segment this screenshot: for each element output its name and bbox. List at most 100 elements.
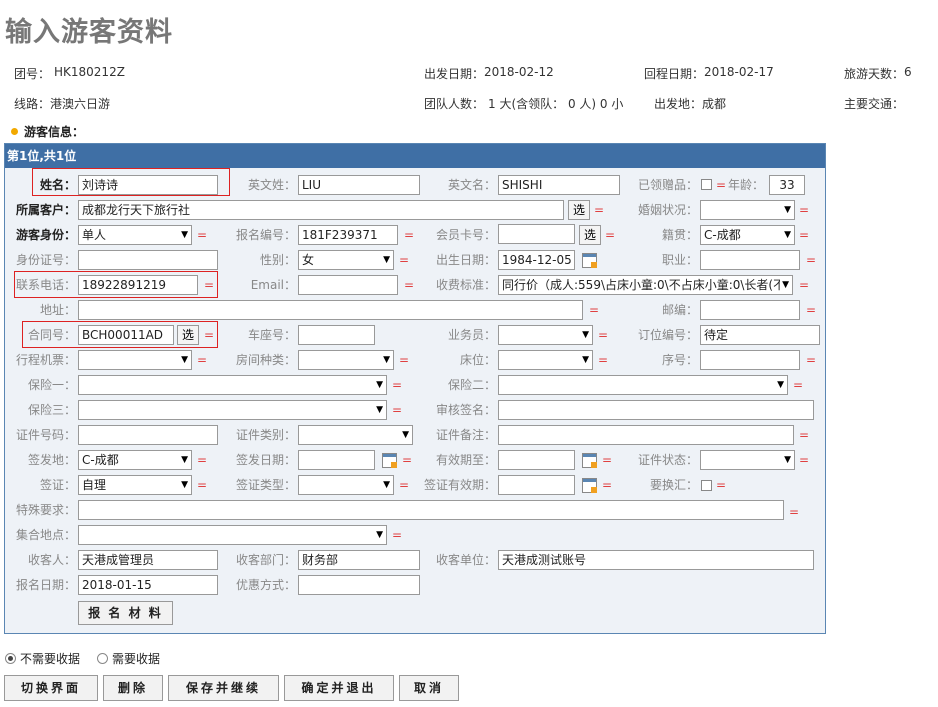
cancel-button[interactable]: 取消 [399,675,459,701]
en-name-input[interactable]: SHISHI [498,175,620,195]
origin-select[interactable]: C-成都 ▼ [700,225,795,245]
job-input[interactable] [700,250,800,270]
en-surname-input[interactable]: LIU [298,175,420,195]
save-continue-button[interactable]: 保存并继续 [168,675,279,701]
required-mark: = [404,228,415,242]
special-input[interactable] [78,500,784,520]
postcode-input[interactable] [700,300,800,320]
recv-unit-input[interactable]: 天港成测试账号 [498,550,814,570]
required-mark: = [204,328,215,342]
ticket-select[interactable]: ▼ [78,350,192,370]
recv-dept-label: 收客部门： [235,553,296,567]
name-input[interactable]: 刘诗诗 [78,175,218,195]
identity-value: 单人 [82,228,107,242]
birth-input[interactable]: 1984-12-05 [498,250,575,270]
contract-input[interactable]: BCH00011AD [78,325,174,345]
age-label: 年龄： [727,178,764,192]
gender-select[interactable]: 女 ▼ [298,250,394,270]
cert-no-input[interactable] [78,425,218,445]
gift-label: 已领赠品： [637,178,698,192]
visa-valid-label: 签证有效期： [423,478,496,492]
days-label: 旅游天数： [844,67,905,81]
required-mark: = [392,403,403,417]
confirm-exit-button[interactable]: 确定并退出 [284,675,394,701]
signup-date-input[interactable]: 2018-01-15 [78,575,218,595]
valid-until-label: 有效期至： [435,453,496,467]
required-mark: = [793,378,804,392]
visa-select[interactable]: 自理 ▼ [78,475,192,495]
discount-input[interactable] [298,575,420,595]
ticket-label: 行程机票： [15,353,76,367]
signup-no-input[interactable]: 181F239371 [298,225,398,245]
calendar-icon[interactable] [582,453,597,468]
marital-select[interactable]: ▼ [700,200,795,220]
address-input[interactable] [78,300,583,320]
email-input[interactable] [298,275,398,295]
chevron-down-icon: ▼ [784,455,791,465]
ins3-select[interactable]: ▼ [78,400,387,420]
chevron-down-icon: ▼ [582,330,589,340]
meeting-select[interactable]: ▼ [78,525,387,545]
issue-date-input[interactable] [298,450,375,470]
visa-type-select[interactable]: ▼ [298,475,394,495]
need-receipt-radio[interactable] [97,653,108,664]
salesman-select[interactable]: ▼ [498,325,593,345]
switch-view-button[interactable]: 切换界面 [4,675,98,701]
section-label: 游客信息： [24,125,85,139]
receiver-input[interactable]: 天港成管理员 [78,550,218,570]
fee-select[interactable]: 同行价（成人:559\占床小童:0\不占床小童:0\长者(不 ▼ [498,275,793,295]
origin-label: 籍贯： [661,228,698,242]
contract-select-button[interactable]: 选 [177,325,199,345]
customer-select-button[interactable]: 选 [568,200,590,220]
identity-label: 游客身份： [15,228,76,242]
id-no-input[interactable] [78,250,218,270]
required-mark: = [602,453,613,467]
age-input[interactable]: 33 [769,175,805,195]
valid-until-input[interactable] [498,450,575,470]
member-card-select-button[interactable]: 选 [579,225,601,245]
order-no-label: 订位编号： [637,328,698,342]
depart-place-label: 出发地： [654,97,703,111]
cert-status-select[interactable]: ▼ [700,450,795,470]
ins2-select[interactable]: ▼ [498,375,788,395]
cert-status-label: 证件状态： [637,453,698,467]
bed-select[interactable]: ▼ [498,350,593,370]
recv-unit-label: 收客单位： [435,553,496,567]
required-mark: = [789,505,800,519]
audit-input[interactable] [498,400,814,420]
chevron-down-icon: ▼ [376,405,383,415]
customer-input[interactable]: 成都龙行天下旅行社 [78,200,564,220]
gift-checkbox[interactable] [701,179,712,190]
calendar-icon[interactable] [382,453,397,468]
delete-button[interactable]: 删除 [103,675,163,701]
seq-input[interactable] [700,350,800,370]
required-mark: = [799,203,810,217]
issue-place-select[interactable]: C-成都 ▼ [78,450,192,470]
cert-note-input[interactable] [498,425,794,445]
room-select[interactable]: ▼ [298,350,394,370]
materials-button[interactable]: 报 名 材 料 [78,601,173,625]
exchange-checkbox[interactable] [701,480,712,491]
cert-no-label: 证件号码： [15,428,76,442]
calendar-icon[interactable] [582,478,597,493]
need-receipt-label: 需要收据 [112,652,161,666]
order-no-input[interactable]: 待定 [700,325,820,345]
no-receipt-radio[interactable] [5,653,16,664]
identity-select[interactable]: 单人 ▼ [78,225,192,245]
ins1-select[interactable]: ▼ [78,375,387,395]
marital-label: 婚姻状况： [637,203,698,217]
seat-input[interactable] [298,325,375,345]
audit-label: 审核签名： [435,403,496,417]
chevron-down-icon: ▼ [784,230,791,240]
calendar-icon[interactable] [582,253,597,268]
required-mark: = [404,278,415,292]
issue-place-value: C-成都 [82,453,119,467]
cert-type-select[interactable]: ▼ [298,425,413,445]
member-card-input[interactable] [498,224,575,244]
recv-dept-input[interactable]: 财务部 [298,550,420,570]
chevron-down-icon: ▼ [780,276,789,294]
visa-valid-input[interactable] [498,475,575,495]
issue-date-label: 签发日期： [235,453,296,467]
phone-input[interactable]: 18922891219 [78,275,198,295]
required-mark: = [716,478,727,492]
